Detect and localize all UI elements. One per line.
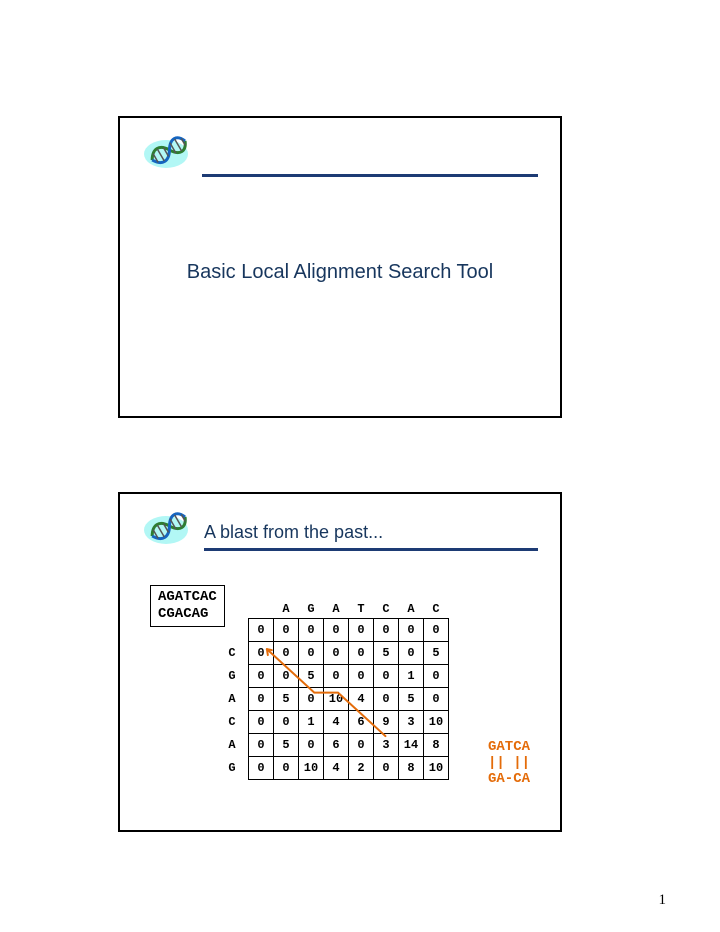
matrix-cell: 0 (424, 619, 449, 642)
matrix-cell: 0 (274, 665, 299, 688)
matrix-cell: 6 (349, 711, 374, 734)
matrix-cell: 0 (249, 642, 274, 665)
row-header: C (220, 642, 249, 665)
matrix-cell: 0 (249, 665, 274, 688)
slide-2: A blast from the past... AGATCAC CGACAG … (118, 492, 562, 832)
align-line2: GA-CA (488, 771, 530, 787)
matrix-cell: 0 (324, 619, 349, 642)
matrix-cell: 0 (349, 642, 374, 665)
matrix-cell: 0 (249, 734, 274, 757)
matrix-cell: 0 (349, 665, 374, 688)
row-header: C (220, 711, 249, 734)
matrix-cell: 0 (299, 642, 324, 665)
matrix-cell: 0 (324, 665, 349, 688)
row-header (220, 619, 249, 642)
matrix-cell: 14 (399, 734, 424, 757)
matrix-cell: 0 (249, 688, 274, 711)
matrix-cell: 0 (299, 688, 324, 711)
matrix-cell: 8 (424, 734, 449, 757)
dna-icon (140, 506, 192, 550)
slide-1: Basic Local Alignment Search Tool (118, 116, 562, 418)
matrix-cell: 0 (374, 619, 399, 642)
matrix-cell: 0 (274, 642, 299, 665)
matrix-cell: 0 (399, 642, 424, 665)
matrix-cell: 0 (374, 757, 399, 780)
matrix-cell: 0 (424, 665, 449, 688)
alignment-block: GATCA || || GA-CA (488, 739, 530, 787)
col-header: C (374, 600, 399, 619)
matrix-cell: 3 (399, 711, 424, 734)
matrix-cell: 1 (399, 665, 424, 688)
matrix-cell: 0 (249, 711, 274, 734)
matrix-cell: 2 (349, 757, 374, 780)
matrix-cell: 3 (374, 734, 399, 757)
col-header: T (349, 600, 374, 619)
slide-subtitle: A blast from the past... (204, 522, 383, 543)
page-number: 1 (659, 892, 667, 909)
matrix-cell: 6 (324, 734, 349, 757)
matrix-cell: 0 (299, 619, 324, 642)
col-header: G (299, 600, 324, 619)
matrix-cell: 0 (324, 642, 349, 665)
matrix-cell: 0 (299, 734, 324, 757)
row-header: A (220, 734, 249, 757)
matrix-cell: 5 (274, 734, 299, 757)
col-header: A (274, 600, 299, 619)
divider (204, 548, 538, 551)
matrix-cell: 0 (274, 619, 299, 642)
dna-icon (140, 130, 192, 174)
align-bars: || || (488, 755, 530, 771)
col-header: C (424, 600, 449, 619)
sequence-2: CGACAG (158, 606, 217, 623)
matrix-cell: 5 (399, 688, 424, 711)
matrix-cell: 5 (424, 642, 449, 665)
col-header: A (399, 600, 424, 619)
matrix-cell: 0 (424, 688, 449, 711)
row-header: A (220, 688, 249, 711)
matrix-cell: 4 (324, 757, 349, 780)
matrix-cell: 9 (374, 711, 399, 734)
matrix-cell: 0 (249, 757, 274, 780)
matrix-cell: 5 (374, 642, 399, 665)
matrix-cell: 8 (399, 757, 424, 780)
matrix-cell: 1 (299, 711, 324, 734)
matrix-cell: 0 (249, 619, 274, 642)
matrix-cell: 4 (324, 711, 349, 734)
matrix-cell: 5 (299, 665, 324, 688)
col-header: A (324, 600, 349, 619)
align-line1: GATCA (488, 739, 530, 755)
divider (202, 174, 538, 177)
matrix-cell: 0 (349, 734, 374, 757)
matrix-cell: 0 (274, 757, 299, 780)
sequence-1: AGATCAC (158, 589, 217, 606)
matrix-cell: 0 (374, 665, 399, 688)
matrix-cell: 0 (274, 711, 299, 734)
slide-title: Basic Local Alignment Search Tool (120, 261, 560, 284)
matrix-cell: 0 (374, 688, 399, 711)
row-header: G (220, 665, 249, 688)
dp-matrix: AGATCAC00000000C00000505G00500010A050104… (220, 600, 449, 780)
matrix-cell: 10 (324, 688, 349, 711)
matrix-cell: 0 (399, 619, 424, 642)
matrix-cell: 10 (424, 711, 449, 734)
matrix-cell: 4 (349, 688, 374, 711)
matrix-cell: 10 (424, 757, 449, 780)
row-header: G (220, 757, 249, 780)
sequence-box: AGATCAC CGACAG (150, 585, 225, 627)
matrix-cell: 5 (274, 688, 299, 711)
matrix-cell: 0 (349, 619, 374, 642)
matrix-cell: 10 (299, 757, 324, 780)
